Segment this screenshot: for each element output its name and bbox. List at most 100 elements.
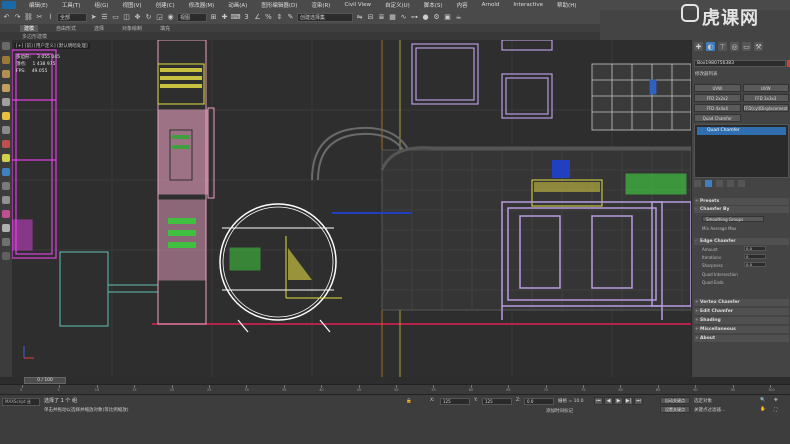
bone-icon[interactable] <box>2 224 10 232</box>
create-tab-icon[interactable]: ✚ <box>694 42 703 51</box>
selection-filter-dropdown[interactable]: 全部 <box>57 12 87 22</box>
app-logo-icon[interactable] <box>2 1 16 9</box>
rotate-icon[interactable]: ↻ <box>144 13 153 22</box>
move-icon[interactable]: ✥ <box>133 13 142 22</box>
layers-icon[interactable]: ≣ <box>377 13 386 22</box>
menu-modifiers[interactable]: 修改器(M) <box>182 1 222 9</box>
rollout-vertex-chamfer[interactable]: Vertex Chamfer <box>694 299 789 306</box>
menu-edit[interactable]: 编辑(E) <box>22 1 55 9</box>
named-selection-set-dropdown[interactable]: 创建选择集 <box>297 12 353 22</box>
show-end-result-icon[interactable] <box>705 180 712 187</box>
hierarchy-tab-icon[interactable]: ⊤ <box>718 42 727 51</box>
motion-tab-icon[interactable]: ◎ <box>730 42 739 51</box>
quick-btn-uvw-1[interactable]: UVW <box>694 84 741 92</box>
magenta-shelf-object[interactable] <box>12 49 57 259</box>
rollout-shading[interactable]: Shading <box>694 317 789 324</box>
pivot-center-icon[interactable]: ⊞ <box>209 13 218 22</box>
menu-animation[interactable]: 动画(A) <box>221 1 254 9</box>
object-icon-3[interactable] <box>2 84 10 92</box>
mirror-icon[interactable]: ⇋ <box>355 13 364 22</box>
angle-snap-icon[interactable]: ∠ <box>253 13 262 22</box>
next-frame-icon[interactable]: ▶| <box>624 397 633 405</box>
menu-customize[interactable]: 自定义(U) <box>378 1 417 9</box>
quick-btn-uvw-2[interactable]: UVW <box>742 84 789 92</box>
sofa-object[interactable] <box>332 146 691 311</box>
go-to-end-icon[interactable]: ⏭ <box>634 397 643 405</box>
redo-icon[interactable]: ↷ <box>13 13 22 22</box>
maxscript-listener[interactable]: MAXScript 迷 <box>2 398 40 406</box>
play-icon[interactable]: ▶ <box>614 397 623 405</box>
quad-intersection-checkbox[interactable]: Quad Intersection <box>702 272 738 277</box>
spinner-snap-icon[interactable]: ⇕ <box>275 13 284 22</box>
y-coordinate-field[interactable]: 125 <box>482 398 512 405</box>
auto-key-button[interactable]: 自动关键点 <box>660 397 690 404</box>
sharpness-spinner[interactable]: 0.0 <box>744 262 766 267</box>
remove-modifier-icon[interactable] <box>727 180 734 187</box>
menu-view[interactable]: 视图(V) <box>116 1 149 9</box>
bind-icon[interactable]: ⌇ <box>46 13 55 22</box>
menu-arnold[interactable]: Arnold <box>475 2 507 8</box>
select-icon[interactable]: ➤ <box>89 13 98 22</box>
material-editor-icon[interactable]: ● <box>421 13 430 22</box>
render-setup-icon[interactable]: ⚙ <box>432 13 441 22</box>
previous-frame-icon[interactable]: ◀ <box>604 397 613 405</box>
add-time-tag-button[interactable]: 添加时间标记 <box>546 408 573 414</box>
scene-explorer-icon[interactable]: ▦ <box>388 13 397 22</box>
particle-icon[interactable] <box>2 238 10 246</box>
zoom-icon[interactable]: 🔍 <box>760 398 766 403</box>
bookshelf-object[interactable] <box>157 40 215 325</box>
stack-item-quad-chamfer[interactable]: Quad Chamfer <box>697 127 786 135</box>
modify-tab-icon[interactable]: ◐ <box>706 42 715 51</box>
quick-btn-ffd-4[interactable]: FFD 4x4x4 <box>694 104 741 112</box>
menu-rendering[interactable]: 渲染(R) <box>304 1 337 9</box>
orbit-icon[interactable]: ✥ <box>774 398 778 403</box>
placement-icon[interactable]: ◉ <box>166 13 175 22</box>
iterations-spinner[interactable]: 0 <box>744 254 766 259</box>
viewport-label[interactable]: [+] [前] [用户定义] [默认明暗处理] <box>14 43 90 49</box>
undo-icon[interactable]: ↶ <box>2 13 11 22</box>
render-icon[interactable]: ☕ <box>454 13 463 22</box>
object-icon-2[interactable] <box>2 70 10 78</box>
menu-interactive[interactable]: Interactive <box>506 2 550 8</box>
quick-btn-quad-chamfer[interactable]: Quad Chamfer <box>694 114 741 122</box>
menu-scripting[interactable]: 脚本(S) <box>417 1 450 9</box>
rollout-miscellaneous[interactable]: Miscellaneous <box>694 326 789 333</box>
percent-snap-icon[interactable]: % <box>264 13 273 22</box>
front-viewport[interactable]: [+] [前] [用户定义] [默认明暗处理] 多边形: 3 055 045 顶点… <box>12 40 691 377</box>
tab-populate[interactable]: 填充 <box>160 25 170 32</box>
make-unique-icon[interactable] <box>716 180 723 187</box>
menu-content[interactable]: 内容 <box>450 1 475 9</box>
keyboard-shortcut-icon[interactable]: ⌨ <box>230 13 240 22</box>
utilities-tab-icon[interactable]: ⚒ <box>754 42 763 51</box>
desk-object[interactable] <box>59 251 158 327</box>
shape-icon[interactable] <box>2 154 10 162</box>
rollout-chamfer-by[interactable]: Chamfer By <box>694 206 789 213</box>
object-icon-1[interactable] <box>2 56 10 64</box>
track-bar[interactable]: 0 5 10 15 20 25 30 35 40 45 50 55 60 65 70 75 80 85 90 95 10… <box>0 384 790 394</box>
z-coordinate-field[interactable]: 0.0 <box>524 398 554 405</box>
lock-selection-icon[interactable]: 🔒 <box>406 399 412 404</box>
menu-graph-editors[interactable]: 图形编辑器(D) <box>254 1 304 9</box>
rollout-edge-chamfer[interactable]: Edge Chamfer <box>694 238 789 245</box>
select-region-icon[interactable]: ▭ <box>111 13 120 22</box>
filter-icon[interactable] <box>2 210 10 218</box>
round-mirror-object[interactable] <box>219 203 337 333</box>
quick-btn-ffd-3[interactable]: FFD 3x3x3 <box>742 94 789 102</box>
tab-object-paint[interactable]: 对象绘制 <box>122 25 142 32</box>
maximize-viewport-icon[interactable]: ⛶ <box>774 407 777 413</box>
rollout-presets[interactable]: Presets <box>694 198 789 205</box>
scene-explorer-icon[interactable] <box>2 42 10 50</box>
link-icon[interactable]: ⛓ <box>24 13 33 22</box>
light-icon[interactable] <box>2 112 10 120</box>
wall-frames[interactable] <box>411 40 553 119</box>
reference-coordinate-dropdown[interactable]: 视图 <box>177 12 207 22</box>
menu-tools[interactable]: 工具(T) <box>55 1 88 9</box>
object-icon-4[interactable] <box>2 98 10 106</box>
quad-ends-checkbox[interactable]: Quad Ends <box>702 280 724 285</box>
object-name-field[interactable]: Box1980756383 <box>694 60 786 67</box>
scale-icon[interactable]: ◲ <box>155 13 164 22</box>
configure-sets-icon[interactable] <box>738 180 745 187</box>
quick-btn-ffd-2[interactable]: FFD 2x2x2 <box>694 94 741 102</box>
align-icon[interactable]: ⊟ <box>366 13 375 22</box>
set-key-button[interactable]: 设置关键点 <box>660 406 690 413</box>
